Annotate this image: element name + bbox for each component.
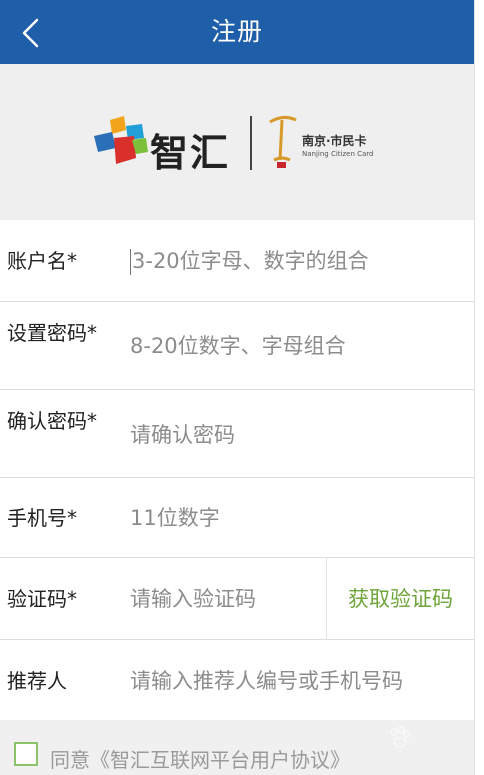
referrer-label: 推荐人 <box>7 669 67 693</box>
form-row-referrer: 推荐人 请输入推荐人编号或手机号码 <box>0 640 474 720</box>
form-row-password: 设置密码* 8-20位数字、字母组合 <box>0 302 474 390</box>
get-code-button[interactable]: 获取验证码 <box>327 558 474 640</box>
zhihui-logo: 智汇 <box>92 116 232 175</box>
form-row-phone: 手机号* 11位数字 <box>0 478 474 558</box>
account-label: 账户名* <box>7 249 77 273</box>
form-row-confirm-password: 确认密码* 请确认密码 <box>0 390 474 478</box>
confirm-password-input[interactable]: 请确认密码 <box>130 421 235 449</box>
page-title: 注册 <box>210 17 263 46</box>
logo-banner: 智汇 南京·市民卡 Nanjing Citizen Card <box>0 64 474 220</box>
baidu-watermark <box>368 722 468 758</box>
verification-code-input[interactable]: 请输入验证码 <box>130 585 256 613</box>
zhihui-logo-mark-icon <box>94 116 148 164</box>
nanjing-logo-en: Nanjing Citizen Card <box>302 150 374 158</box>
agreement-checkbox[interactable] <box>14 742 38 766</box>
register-form: 账户名* 3-20位字母、数字的组合 设置密码* 8-20位数字、字母组合 确认… <box>0 220 474 720</box>
text-cursor <box>130 249 131 275</box>
right-margin-strip <box>474 0 484 775</box>
password-input[interactable]: 8-20位数字、字母组合 <box>130 332 346 360</box>
phone-label: 手机号* <box>7 506 77 530</box>
confirm-password-label: 确认密码* <box>7 409 97 433</box>
navigation-bar: 注册 <box>0 0 474 64</box>
account-input[interactable]: 3-20位字母、数字的组合 <box>130 247 369 275</box>
nanjing-citizen-card-logo: 南京·市民卡 Nanjing Citizen Card <box>266 112 386 172</box>
baidu-paw-icon <box>390 726 411 748</box>
nanjing-logo-cn: 南京·市民卡 <box>302 134 367 148</box>
logo-divider <box>250 116 252 170</box>
account-placeholder: 3-20位字母、数字的组合 <box>132 249 369 273</box>
verification-code-label: 验证码* <box>7 587 77 611</box>
referrer-input[interactable]: 请输入推荐人编号或手机号码 <box>130 667 403 695</box>
nanjing-gate-icon <box>269 115 297 168</box>
phone-input[interactable]: 11位数字 <box>130 504 220 532</box>
form-row-verification-code: 验证码* 请输入验证码 获取验证码 <box>0 558 474 640</box>
register-screen: 注册 智汇 南京·市民卡 Nanjing Citizen Card 账户名* 3… <box>0 0 474 775</box>
zhihui-logo-text: 智汇 <box>150 131 231 175</box>
form-row-account: 账户名* 3-20位字母、数字的组合 <box>0 220 474 302</box>
password-label: 设置密码* <box>7 321 97 345</box>
agreement-text[interactable]: 同意《智汇互联网平台用户协议》 <box>50 744 350 773</box>
